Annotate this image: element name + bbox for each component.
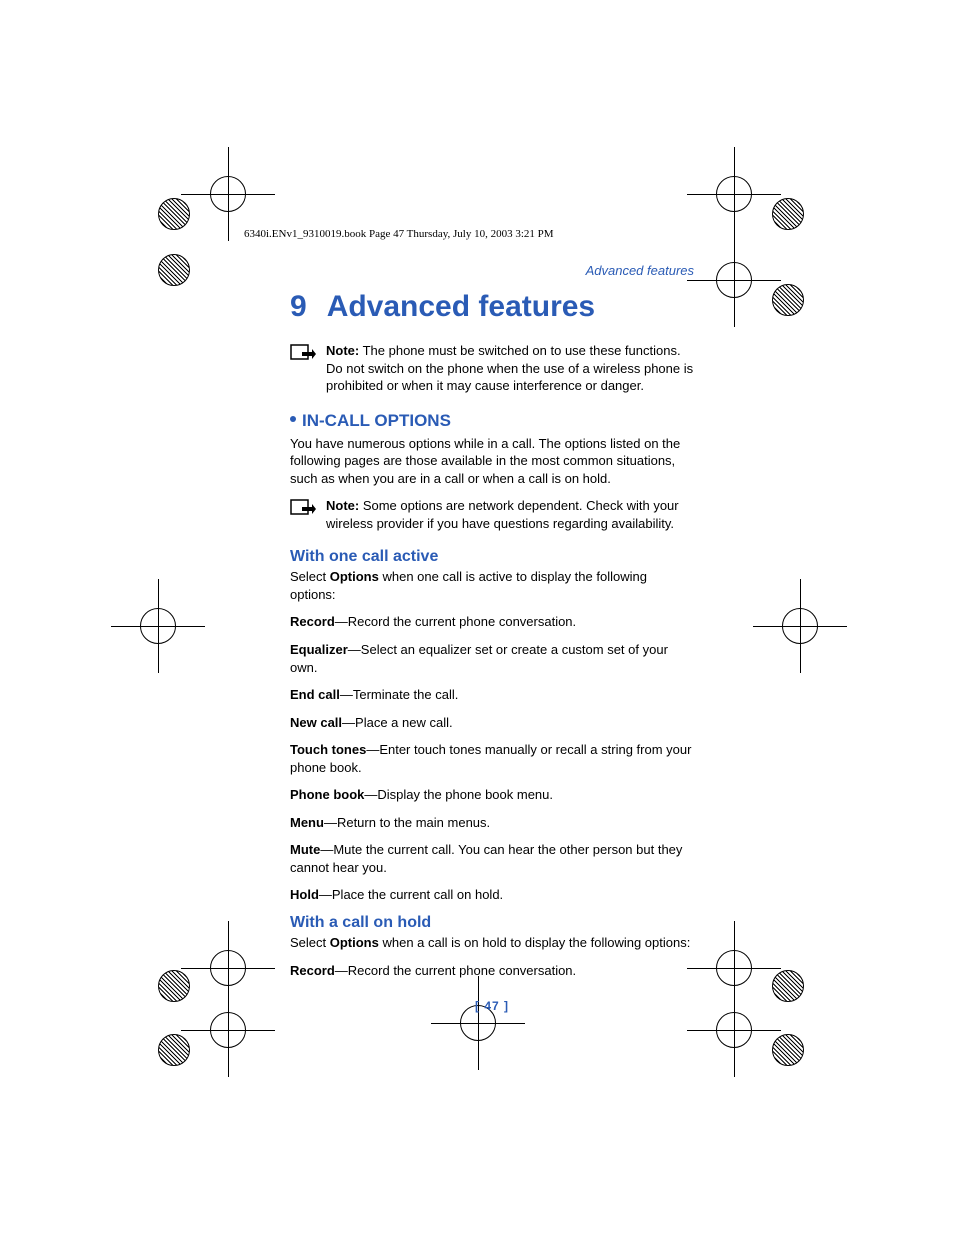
option-line: Equalizer—Select an equalizer set or cre… xyxy=(290,641,694,676)
page-content: Advanced features 9 Advanced features Not… xyxy=(290,225,694,1013)
note-block: Note: The phone must be switched on to u… xyxy=(290,342,694,395)
option-line: Phone book—Display the phone book menu. xyxy=(290,786,694,804)
crop-mark xyxy=(460,1005,540,1085)
note-text: Note: The phone must be switched on to u… xyxy=(326,342,694,395)
subsection-lead: Select Options when one call is active t… xyxy=(290,568,694,603)
page-number: [ 47 ] xyxy=(290,999,694,1013)
registration-circle xyxy=(158,1034,190,1066)
registration-circle xyxy=(772,1034,804,1066)
option-line: Record—Record the current phone conversa… xyxy=(290,613,694,631)
option-line: Hold—Place the current call on hold. xyxy=(290,886,694,904)
note-text: Note: Some options are network dependent… xyxy=(326,497,694,532)
note-block: Note: Some options are network dependent… xyxy=(290,497,694,532)
option-line: Touch tones—Enter touch tones manually o… xyxy=(290,741,694,776)
registration-circle xyxy=(158,198,190,230)
subsection-lead: Select Options when a call is on hold to… xyxy=(290,934,694,952)
crop-mark xyxy=(782,608,862,688)
registration-circle xyxy=(158,970,190,1002)
chapter-name: Advanced features xyxy=(327,290,595,323)
running-header: Advanced features xyxy=(290,263,694,278)
crop-mark xyxy=(210,1012,290,1092)
section-title-incall: IN-CALL OPTIONS xyxy=(290,411,694,431)
option-line: Menu—Return to the main menus. xyxy=(290,814,694,832)
section-intro: You have numerous options while in a cal… xyxy=(290,435,694,488)
subsection-title-onecall: With one call active xyxy=(290,548,694,566)
crop-mark xyxy=(210,176,290,256)
subsection-title-hold: With a call on hold xyxy=(290,914,694,932)
note-icon xyxy=(290,499,316,519)
registration-circle xyxy=(772,198,804,230)
chapter-title: 9 Advanced features xyxy=(290,290,694,324)
bullet-icon xyxy=(290,416,296,422)
registration-circle xyxy=(772,284,804,316)
chapter-number: 9 xyxy=(290,290,307,324)
registration-circle xyxy=(158,254,190,286)
option-line: End call—Terminate the call. xyxy=(290,686,694,704)
option-line: Record—Record the current phone conversa… xyxy=(290,962,694,980)
crop-mark xyxy=(140,608,220,688)
option-line: Mute—Mute the current call. You can hear… xyxy=(290,841,694,876)
option-line: New call—Place a new call. xyxy=(290,714,694,732)
note-icon xyxy=(290,344,316,364)
